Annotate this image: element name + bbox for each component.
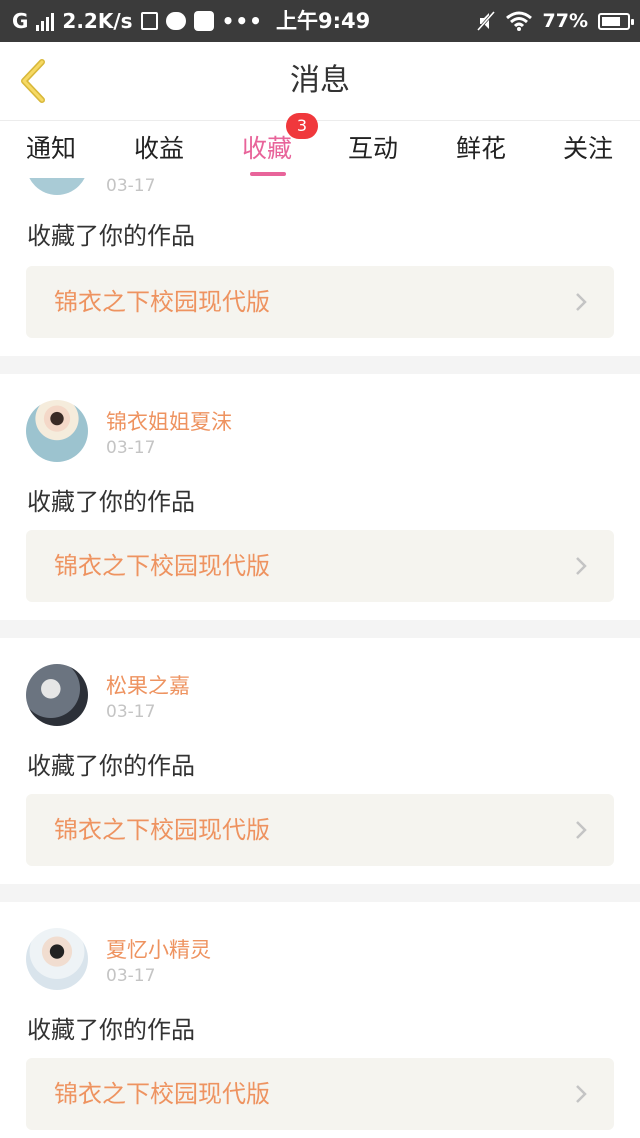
status-right: 77% bbox=[476, 0, 634, 42]
card-divider bbox=[0, 884, 640, 902]
clock: 上午9:49 bbox=[276, 9, 371, 33]
chevron-right-icon bbox=[576, 293, 587, 311]
page-title: 消息 bbox=[290, 63, 350, 98]
chevron-right-icon bbox=[576, 557, 587, 575]
work-title: 锦衣之下校园现代版 bbox=[54, 816, 270, 844]
header: 消息 bbox=[0, 42, 640, 120]
favorites-count-badge: 3 bbox=[286, 113, 318, 139]
avatar[interactable] bbox=[26, 928, 88, 990]
battery-icon bbox=[598, 12, 634, 30]
browser-app-icon bbox=[193, 11, 214, 31]
avatar[interactable] bbox=[26, 664, 88, 726]
network-speed: 2.2K/s bbox=[62, 9, 133, 33]
tab-interactions[interactable]: 互动 bbox=[348, 121, 398, 179]
work-link[interactable]: 锦衣之下校园现代版 bbox=[26, 530, 614, 602]
message-date: 03-17 bbox=[106, 438, 156, 458]
status-left: G 2.2K/s ••• bbox=[12, 0, 263, 42]
message-date: 03-17 bbox=[106, 966, 156, 986]
user-name[interactable]: 锦衣姐姐夏沫 bbox=[106, 406, 232, 436]
work-title: 锦衣之下校园现代版 bbox=[54, 552, 270, 580]
notification-bag-icon bbox=[140, 12, 158, 30]
user-name[interactable]: 松果之嘉 bbox=[106, 670, 190, 700]
tab-follows[interactable]: 关注 bbox=[563, 121, 613, 179]
chevron-right-icon bbox=[576, 821, 587, 839]
tab-flowers[interactable]: 鲜花 bbox=[456, 121, 506, 179]
message-card: 03-17 收藏了你的作品 锦衣之下校园现代版 bbox=[0, 178, 640, 356]
avatar[interactable] bbox=[26, 400, 88, 462]
message-date: 03-17 bbox=[106, 178, 156, 196]
tab-favorites[interactable]: 收藏 bbox=[242, 121, 292, 179]
tab-earnings[interactable]: 收益 bbox=[134, 121, 184, 179]
work-link[interactable]: 锦衣之下校园现代版 bbox=[26, 266, 614, 338]
message-action: 收藏了你的作品 bbox=[27, 488, 195, 516]
user-name[interactable]: 夏忆小精灵 bbox=[106, 934, 211, 964]
cat-app-icon bbox=[165, 12, 186, 30]
tab-bar: 通知 收益 收藏 3 互动 鲜花 关注 bbox=[0, 113, 640, 179]
mute-icon bbox=[476, 11, 495, 31]
wifi-icon bbox=[505, 11, 532, 31]
message-action: 收藏了你的作品 bbox=[27, 222, 195, 250]
signal-icon bbox=[36, 11, 55, 31]
message-card: 松果之嘉 03-17 收藏了你的作品 锦衣之下校园现代版 bbox=[0, 638, 640, 884]
card-divider bbox=[0, 620, 640, 638]
carrier-label: G bbox=[12, 9, 29, 33]
active-tab-indicator bbox=[250, 172, 286, 176]
work-title: 锦衣之下校园现代版 bbox=[54, 288, 270, 316]
message-date: 03-17 bbox=[106, 702, 156, 722]
work-link[interactable]: 锦衣之下校园现代版 bbox=[26, 794, 614, 866]
work-link[interactable]: 锦衣之下校园现代版 bbox=[26, 1058, 614, 1130]
status-bar: G 2.2K/s ••• 上午9:49 77% bbox=[0, 0, 640, 42]
message-card: 锦衣姐姐夏沫 03-17 收藏了你的作品 锦衣之下校园现代版 bbox=[0, 374, 640, 620]
card-divider bbox=[0, 356, 640, 374]
work-title: 锦衣之下校园现代版 bbox=[54, 1080, 270, 1108]
battery-percent: 77% bbox=[542, 10, 588, 32]
message-card: 夏忆小精灵 03-17 收藏了你的作品 锦衣之下校园现代版 bbox=[0, 902, 640, 1138]
message-list[interactable]: 03-17 收藏了你的作品 锦衣之下校园现代版 锦衣姐姐夏沫 03-17 收藏了… bbox=[0, 178, 640, 1138]
chevron-right-icon bbox=[576, 1085, 587, 1103]
message-action: 收藏了你的作品 bbox=[27, 752, 195, 780]
message-action: 收藏了你的作品 bbox=[27, 1016, 195, 1044]
avatar[interactable] bbox=[26, 178, 88, 195]
tab-notifications[interactable]: 通知 bbox=[26, 121, 76, 179]
more-notifications-icon: ••• bbox=[221, 9, 263, 33]
